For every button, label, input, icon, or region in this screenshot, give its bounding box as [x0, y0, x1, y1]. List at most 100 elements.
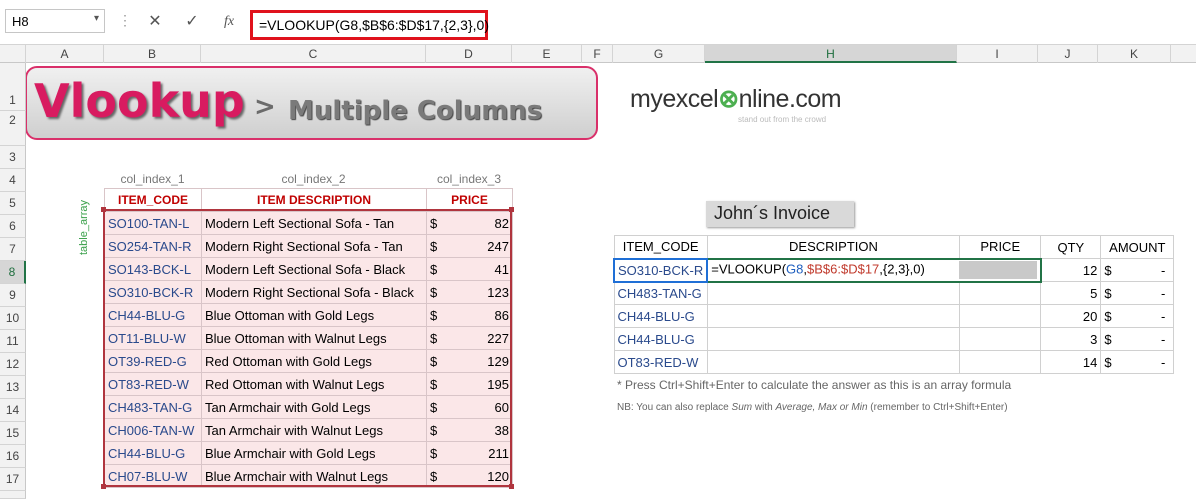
- enter-icon[interactable]: ✓: [179, 10, 205, 34]
- column-header-d[interactable]: D: [426, 45, 512, 63]
- invoice-amount-cell[interactable]: -: [1122, 281, 1175, 305]
- invoice-item-code[interactable]: CH483-TAN-G: [613, 281, 708, 305]
- active-formula-cell[interactable]: =VLOOKUP(G8,$B$6:$D$17,{2,3},0): [706, 257, 1042, 283]
- range-handle[interactable]: [101, 484, 106, 489]
- banner-subtitle: Multiple Columns: [288, 96, 543, 126]
- row-header-6[interactable]: 6: [0, 215, 26, 238]
- row-header-17[interactable]: 17: [0, 468, 26, 491]
- invoice-amount-cell[interactable]: -: [1122, 258, 1175, 282]
- currency-symbol: $: [1100, 281, 1123, 305]
- row-header-3[interactable]: 3: [0, 146, 26, 169]
- cancel-icon[interactable]: ✕: [142, 10, 168, 34]
- table-row: SO310-BCK-R =VLOOKUP(G8,$B$6:$D$17,{2,3},…: [612, 257, 1175, 283]
- table-row: CH483-TAN-G 5 $ -: [613, 281, 1175, 305]
- invoice-price-cell[interactable]: [959, 350, 1042, 374]
- table-row: CH44-BLU-G 3 $ -: [613, 327, 1175, 351]
- invoice-column-header: QTY: [1040, 235, 1102, 259]
- logo-x-icon: ⊗: [718, 85, 739, 113]
- column-header-e[interactable]: E: [512, 45, 582, 63]
- invoice-column-header: ITEM_CODE: [613, 235, 708, 259]
- invoice-price-cell[interactable]: [959, 304, 1042, 328]
- invoice-description-cell[interactable]: [706, 350, 961, 374]
- invoice-item-code[interactable]: OT83-RED-W: [613, 350, 708, 374]
- invoice-qty-cell[interactable]: 14: [1040, 350, 1102, 374]
- invoice-title: John´s Invoice: [706, 201, 854, 227]
- row-header-16[interactable]: 16: [0, 445, 26, 468]
- note-text: with: [752, 402, 776, 413]
- invoice-column-header: AMOUNT: [1100, 235, 1175, 259]
- invoice-amount-cell[interactable]: -: [1122, 304, 1175, 328]
- row-header-8[interactable]: 8: [0, 261, 26, 284]
- insert-function-icon[interactable]: fx: [216, 10, 242, 34]
- invoice-column-header: DESCRIPTION: [706, 235, 961, 259]
- table-array-highlight: [101, 207, 514, 489]
- row-header-14[interactable]: 14: [0, 399, 26, 422]
- column-header-j[interactable]: J: [1038, 45, 1098, 63]
- column-header-b[interactable]: B: [104, 45, 201, 63]
- range-handle[interactable]: [509, 484, 514, 489]
- invoice-qty-cell[interactable]: 12: [1040, 258, 1102, 282]
- range-handle[interactable]: [101, 207, 106, 212]
- chevron-down-icon[interactable]: ▾: [94, 13, 99, 24]
- invoice-qty-cell[interactable]: 3: [1040, 327, 1102, 351]
- row-header-next[interactable]: [0, 491, 26, 499]
- formula-part: G8: [786, 261, 804, 277]
- row-header-4[interactable]: 4: [0, 169, 26, 192]
- range-handle[interactable]: [509, 207, 514, 212]
- alternatives-note: NB: You can also replace Sum with Averag…: [617, 402, 1008, 413]
- invoice-price-cell[interactable]: [959, 281, 1042, 305]
- note-text: (remember to Ctrl+Shift+Enter): [867, 402, 1008, 413]
- logo-tagline: stand out from the crowd: [738, 115, 827, 124]
- banner-arrow: >: [254, 92, 276, 122]
- invoice-header-row: ITEM_CODE DESCRIPTION PRICE QTY AMOUNT: [613, 235, 1175, 259]
- table-array-label: table_array: [78, 199, 90, 255]
- banner-title: Vlookup: [34, 74, 245, 128]
- row-header-1[interactable]: 1: [0, 63, 26, 111]
- note-alternatives: Average, Max or Min: [775, 402, 868, 413]
- currency-symbol: $: [1100, 304, 1123, 328]
- column-header-k[interactable]: K: [1098, 45, 1171, 63]
- note-sum: Sum: [731, 402, 753, 413]
- col-index-label: col_index_1: [120, 172, 185, 186]
- invoice-amount-cell[interactable]: -: [1122, 327, 1175, 351]
- invoice-description-cell[interactable]: [706, 281, 961, 305]
- array-formula-note: * Press Ctrl+Shift+Enter to calculate th…: [617, 378, 1012, 392]
- invoice-item-code[interactable]: SO310-BCK-R: [612, 257, 709, 283]
- select-all-corner[interactable]: [0, 45, 26, 63]
- column-header-a[interactable]: A: [26, 45, 104, 63]
- row-header-15[interactable]: 15: [0, 422, 26, 445]
- invoice-item-code[interactable]: CH44-BLU-G: [613, 304, 708, 328]
- row-header-13[interactable]: 13: [0, 376, 26, 399]
- row-header-5[interactable]: 5: [0, 192, 26, 215]
- formula-part: =VLOOKUP(: [711, 261, 787, 277]
- column-header-f[interactable]: F: [582, 45, 613, 63]
- formula-part: $B$6:$D$17: [807, 261, 880, 277]
- invoice-item-code[interactable]: CH44-BLU-G: [613, 327, 708, 351]
- row-header-12[interactable]: 12: [0, 353, 26, 376]
- invoice-price-cell[interactable]: [959, 327, 1042, 351]
- column-header-g[interactable]: G: [613, 45, 705, 63]
- column-header-bar: ABCDEFGHIJK: [0, 45, 1196, 63]
- column-header-h[interactable]: H: [705, 45, 957, 63]
- note-text: NB: You can also replace: [617, 402, 732, 413]
- column-header-c[interactable]: C: [201, 45, 426, 63]
- invoice-qty-cell[interactable]: 20: [1040, 304, 1102, 328]
- row-header-9[interactable]: 9: [0, 284, 26, 307]
- invoice-description-cell[interactable]: [706, 327, 961, 351]
- formula-input[interactable]: =VLOOKUP(G8,$B$6:$D$17,{2,3},0): [250, 10, 489, 40]
- invoice-qty-cell[interactable]: 5: [1040, 281, 1102, 305]
- table-row: CH44-BLU-G 20 $ -: [613, 304, 1175, 328]
- invoice-amount-cell[interactable]: -: [1122, 350, 1175, 374]
- row-header-10[interactable]: 10: [0, 307, 26, 330]
- row-header-11[interactable]: 11: [0, 330, 26, 353]
- invoice-description-cell[interactable]: [706, 304, 961, 328]
- formula-bar-grip-icon: ⋮: [118, 12, 132, 28]
- row-header-2[interactable]: 2: [0, 111, 26, 146]
- col-index-label: col_index_2: [281, 172, 346, 186]
- selected-price-cell[interactable]: [958, 261, 1037, 279]
- row-header-7[interactable]: 7: [0, 238, 26, 261]
- column-header-i[interactable]: I: [957, 45, 1038, 63]
- name-box-value: H8: [12, 14, 29, 29]
- currency-symbol: $: [1100, 327, 1123, 351]
- name-box[interactable]: H8 ▾: [5, 9, 105, 33]
